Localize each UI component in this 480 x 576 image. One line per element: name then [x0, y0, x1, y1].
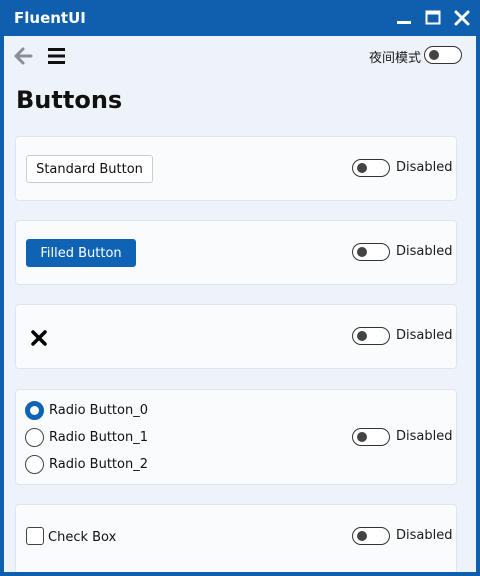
close-button[interactable]	[447, 0, 477, 36]
radio-label: Radio Button_1	[49, 430, 148, 445]
checkbox-label: Check Box	[48, 530, 117, 545]
content-area: 夜间模式 Buttons Standard Button Disabled Fi…	[4, 36, 476, 572]
toolbar: 夜间模式	[4, 36, 476, 76]
window-title: FluentUI	[14, 9, 86, 27]
hamburger-menu-icon	[48, 48, 65, 64]
filled-disabled-label: Disabled	[396, 244, 453, 259]
maximize-icon	[425, 10, 441, 25]
checkbox-disabled-toggle[interactable]	[352, 527, 390, 545]
close-icon	[454, 10, 470, 26]
checkbox-card: Check Box Disabled	[15, 504, 457, 572]
maximize-button[interactable]	[418, 0, 448, 36]
minimize-button[interactable]	[389, 0, 419, 36]
menu-button[interactable]	[45, 44, 69, 68]
standard-button-card: Standard Button Disabled	[15, 136, 457, 201]
radio-label: Radio Button_2	[49, 457, 148, 472]
checkbox-disabled-label: Disabled	[396, 528, 453, 543]
standard-disabled-label: Disabled	[396, 160, 453, 175]
radio-disabled-toggle[interactable]	[352, 428, 390, 446]
icon-disabled-toggle[interactable]	[352, 327, 390, 345]
filled-disabled-toggle[interactable]	[352, 243, 390, 261]
icon-disabled-label: Disabled	[396, 328, 453, 343]
filled-button[interactable]: Filled Button	[26, 239, 136, 267]
back-button[interactable]	[11, 44, 35, 68]
arrow-left-icon	[14, 47, 33, 65]
radio-button-card: Radio Button_0 Radio Button_1 Radio Butt…	[15, 389, 457, 485]
icon-button[interactable]	[29, 328, 49, 348]
radio-indicator	[25, 428, 44, 447]
close-x-icon	[31, 330, 47, 346]
minimize-icon	[397, 21, 411, 24]
toggle-knob	[357, 331, 367, 341]
page-title: Buttons	[16, 86, 123, 114]
radio-indicator	[25, 455, 44, 474]
radio-option-0[interactable]: Radio Button_0	[25, 399, 225, 421]
radio-label: Radio Button_0	[49, 403, 148, 418]
checkbox-item[interactable]: Check Box	[26, 527, 176, 549]
filled-button-card: Filled Button Disabled	[15, 220, 457, 285]
night-mode-toggle[interactable]	[424, 46, 462, 64]
radio-option-2[interactable]: Radio Button_2	[25, 453, 225, 475]
radio-checked-indicator	[25, 401, 44, 420]
night-mode-label: 夜间模式	[369, 51, 422, 66]
radio-option-1[interactable]: Radio Button_1	[25, 426, 225, 448]
toggle-knob	[357, 531, 367, 541]
toggle-knob	[357, 432, 367, 442]
icon-button-card: Disabled	[15, 304, 457, 369]
radio-disabled-label: Disabled	[396, 429, 453, 444]
app-window: FluentUI 夜间模式 Buttons Standard Button Di…	[0, 0, 480, 576]
checkbox-box	[26, 527, 44, 545]
title-bar[interactable]: FluentUI	[0, 0, 480, 36]
toggle-knob	[429, 50, 439, 60]
standard-button[interactable]: Standard Button	[26, 155, 153, 183]
toggle-knob	[357, 163, 367, 173]
standard-disabled-toggle[interactable]	[352, 159, 390, 177]
toggle-knob	[357, 247, 367, 257]
